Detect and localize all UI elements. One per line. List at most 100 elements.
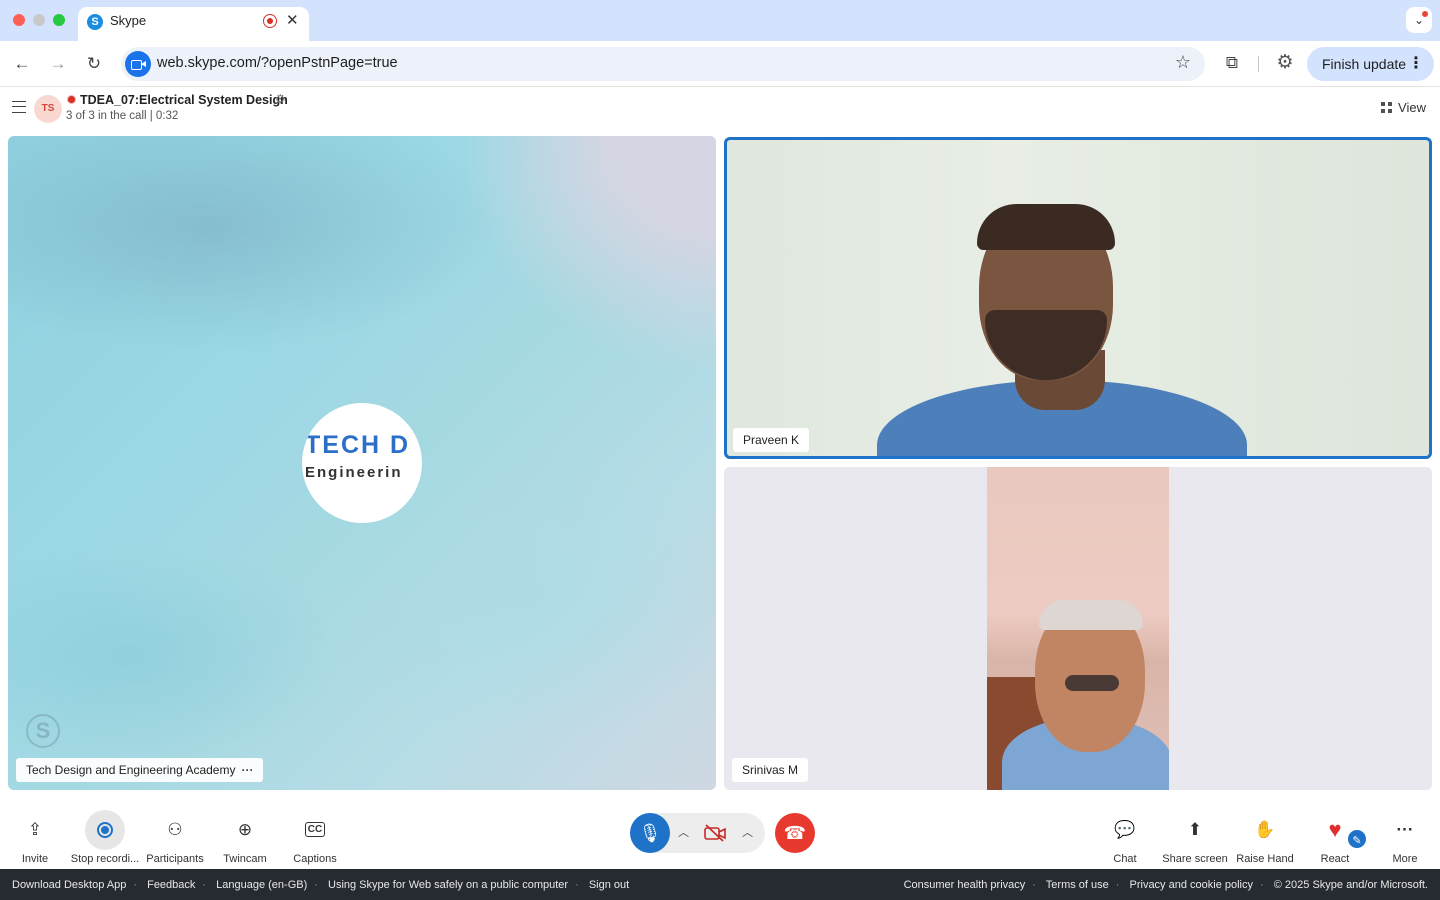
call-controls-bar: ⇪ Invite Stop recordi... ⚇ Participants …	[0, 796, 1440, 868]
feedback-link[interactable]: Feedback	[147, 879, 195, 891]
call-settings-gear-icon[interactable]: ⚙	[275, 92, 286, 106]
microphone-icon[interactable]: 🎙	[630, 813, 670, 853]
chat-icon: 💬	[1114, 820, 1136, 839]
mic-options-chevron-icon[interactable]: ︿	[678, 824, 689, 840]
call-status-text: 3 of 3 in the call | 0:32	[66, 110, 179, 122]
share-screen-label: Share screen	[1162, 853, 1228, 865]
hang-up-button[interactable]: ☎	[775, 813, 815, 853]
view-label: View	[1398, 100, 1426, 115]
call-title: TDEA_07:Electrical System Design	[80, 93, 288, 107]
reload-icon[interactable]: ↻	[82, 52, 106, 76]
participant-tile-praveen[interactable]: Praveen K	[724, 137, 1432, 459]
participants-label: Participants	[146, 853, 204, 865]
recording-indicator-icon	[263, 14, 277, 28]
chat-button[interactable]: 💬 Chat	[1090, 810, 1160, 865]
hamburger-menu-icon[interactable]	[12, 101, 26, 113]
share-screen-button[interactable]: ⬆ Share screen	[1160, 810, 1230, 865]
back-arrow-icon[interactable]: ←	[10, 52, 34, 76]
bookmark-star-icon[interactable]: ☆	[1175, 52, 1191, 73]
raise-hand-button[interactable]: ✋ Raise Hand	[1230, 810, 1300, 865]
camera-add-icon: ⊕	[237, 820, 253, 839]
window-maximize-button[interactable]	[53, 14, 65, 26]
camera-options-chevron-icon[interactable]: ︿	[742, 824, 753, 840]
download-app-link[interactable]: Download Desktop App	[12, 879, 126, 891]
safety-link[interactable]: Using Skype for Web safely on a public c…	[328, 879, 568, 891]
participant-video	[987, 467, 1169, 790]
participant-video	[1039, 600, 1143, 630]
stop-recording-button[interactable]: Stop recordi...	[70, 810, 140, 865]
terms-link[interactable]: Terms of use	[1046, 879, 1109, 891]
record-icon	[85, 810, 125, 850]
window-close-button[interactable]	[13, 14, 25, 26]
more-icon: ···	[1396, 820, 1414, 839]
kebab-menu-icon[interactable]: ⋮	[1408, 47, 1424, 81]
tab-close-icon[interactable]: ✕	[286, 11, 299, 29]
raise-hand-label: Raise Hand	[1236, 853, 1294, 865]
stop-recording-label: Stop recordi...	[70, 853, 140, 865]
captions-button[interactable]: CC Captions	[280, 810, 350, 865]
health-privacy-link[interactable]: Consumer health privacy	[904, 879, 1026, 891]
share-screen-icon: ⬆	[1187, 820, 1203, 839]
more-label: More	[1392, 853, 1418, 865]
participant-tile-main[interactable]: TECH D Engineerin S Tech Design and Engi…	[8, 136, 716, 790]
tab-title: Skype	[110, 13, 147, 28]
browser-toolbar: ← → ↻ web.skype.com/?openPstnPage=true ☆…	[0, 41, 1440, 87]
react-button[interactable]: ♥ ✎ React	[1300, 810, 1370, 865]
forward-arrow-icon[interactable]: →	[46, 52, 70, 76]
view-button[interactable]: View	[1381, 100, 1426, 115]
participant-name-label: Praveen K	[733, 428, 810, 452]
invite-label: Invite	[21, 853, 49, 865]
more-options-icon[interactable]: ···	[241, 763, 253, 777]
logo-text-line1: TECH D	[305, 431, 411, 459]
skype-favicon-icon: S	[87, 14, 103, 30]
copyright-text: © 2025 Skype and/or Microsoft.	[1273, 879, 1428, 891]
pencil-icon[interactable]: ✎	[1346, 828, 1368, 850]
people-icon: ⚇	[167, 820, 183, 839]
participants-button[interactable]: ⚇ Participants	[140, 810, 210, 865]
url-text[interactable]: web.skype.com/?openPstnPage=true	[157, 55, 398, 71]
privacy-link[interactable]: Privacy and cookie policy	[1130, 879, 1254, 891]
academy-logo: TECH D Engineerin	[302, 403, 422, 523]
logo-text-line2: Engineerin	[305, 464, 403, 481]
page-footer: Download Desktop App · Feedback · Language…	[0, 869, 1440, 900]
finish-update-button[interactable]: Finish update ⋮	[1307, 47, 1434, 81]
video-camera-site-icon[interactable]	[125, 51, 151, 77]
invite-button[interactable]: ⇪ Invite	[0, 810, 70, 865]
camera-off-icon[interactable]	[704, 824, 726, 842]
participant-name: Tech Design and Engineering Academy	[26, 763, 236, 777]
share-icon: ⇪	[27, 820, 43, 839]
phone-hangup-icon: ☎	[783, 823, 807, 843]
notification-dot	[1422, 11, 1428, 17]
toolbar-divider	[1258, 56, 1259, 72]
hand-icon: ✋	[1254, 820, 1276, 839]
sign-out-link[interactable]: Sign out	[589, 879, 629, 891]
gear-icon[interactable]: ⚙	[1274, 52, 1296, 74]
twincam-label: Twincam	[223, 853, 267, 865]
participant-name-label: Srinivas M	[732, 758, 809, 782]
grid-icon	[1381, 102, 1393, 113]
skype-watermark-icon: S	[26, 714, 60, 748]
tab-search-button[interactable]: ⌄	[1406, 7, 1432, 33]
address-bar[interactable]: web.skype.com/?openPstnPage=true ☆	[121, 47, 1205, 81]
video-stage: TECH D Engineerin S Tech Design and Engi…	[0, 132, 1440, 796]
participant-name-label[interactable]: Tech Design and Engineering Academy ···	[16, 758, 264, 782]
browser-tab-skype[interactable]: S Skype ✕	[78, 7, 309, 41]
chat-label: Chat	[1113, 853, 1137, 865]
captions-label: Captions	[293, 853, 337, 865]
window-minimize-button[interactable]	[33, 14, 45, 26]
audio-video-group: 🎙 ︿ ︿	[630, 813, 765, 853]
browser-tab-strip: S Skype ✕ ⌄	[0, 0, 1440, 41]
recording-dot-icon	[67, 95, 76, 104]
group-avatar[interactable]: TS	[34, 95, 62, 123]
twincam-button[interactable]: ⊕ Twincam	[210, 810, 280, 865]
footer-left-links: Download Desktop App · Feedback · Language…	[12, 879, 630, 891]
react-label: React	[1320, 853, 1350, 865]
more-button[interactable]: ··· More	[1370, 810, 1440, 865]
call-header: TS TDEA_07:Electrical System Design ⚙ 3 …	[0, 88, 1440, 132]
language-link[interactable]: Language (en-GB)	[216, 879, 307, 891]
finish-update-label: Finish update	[1322, 56, 1407, 72]
participant-tile-srinivas[interactable]: Srinivas M	[724, 467, 1432, 790]
cc-icon: CC	[295, 810, 335, 850]
extensions-puzzle-icon[interactable]: ⧉	[1221, 52, 1243, 74]
participant-video	[977, 204, 1115, 250]
